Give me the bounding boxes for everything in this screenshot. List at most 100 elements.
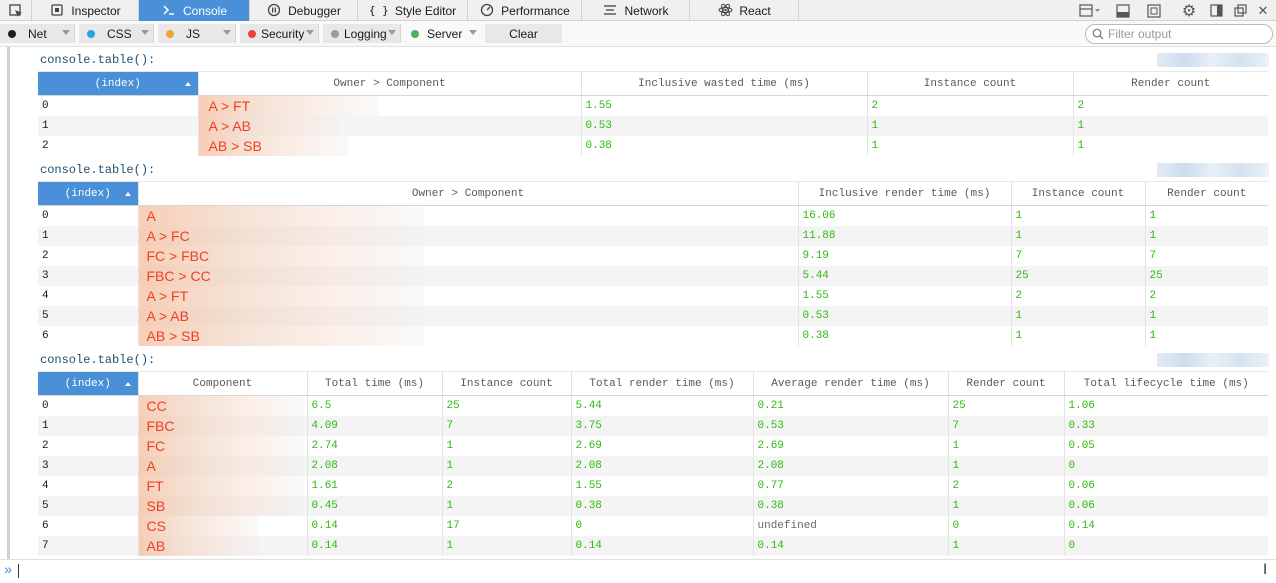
value-cell: 0.14 [1063,515,1268,536]
component-cell: A [137,455,307,476]
message-location[interactable] [1157,353,1269,367]
undock-button[interactable] [1229,0,1251,21]
column-header[interactable]: Instance count [441,371,571,396]
filter-js-button[interactable]: JS [158,24,236,43]
column-header[interactable]: Total time (ms) [306,371,442,396]
tab-console[interactable]: Console [139,0,250,21]
react-icon [717,3,733,19]
message-gutter [7,47,10,559]
tab-network[interactable]: Network [582,0,690,21]
column-header[interactable]: Total render time (ms) [570,371,753,396]
value-cell: 0.14 [306,535,442,556]
component-cell: AB > SB [197,135,581,156]
element-picker-icon [8,3,22,17]
column-header[interactable]: Instance count [866,71,1073,96]
value-cell: 7 [441,415,571,436]
value-cell: 25 [1144,265,1268,286]
settings-button[interactable]: ⚙ [1178,0,1200,21]
console-output: console.table(): (index) Owner > Compone… [0,47,1276,559]
message-location[interactable] [1157,163,1269,177]
responsive-mode-button[interactable] [1143,0,1165,21]
value-cell: 1 [1144,325,1268,346]
index-cell: 5 [38,305,138,326]
security-dot-icon [248,29,256,38]
table-row: 4 A > FT 1.55 2 2 [38,285,1268,306]
console-message: console.table(): [40,353,156,367]
close-toolbox-button[interactable]: ✕ [1252,0,1274,21]
filter-server-button[interactable]: Server [403,24,481,43]
table-row: 3 FBC > CC 5.44 25 25 [38,265,1268,286]
value-cell: 0.06 [1063,475,1268,496]
column-header[interactable]: Render count [1072,71,1268,96]
filter-label: Net [28,26,47,41]
value-cell: 1.55 [797,285,1011,306]
table-row: 1 A > FC 11.88 1 1 [38,225,1268,246]
value-cell: 1 [441,435,571,456]
tab-react[interactable]: React [690,0,799,21]
console-input[interactable] [18,563,1248,581]
column-header-index[interactable]: (index) [38,371,138,396]
column-header[interactable]: Average render time (ms) [752,371,948,396]
value-cell: undefined [752,515,948,536]
filter-css-button[interactable]: CSS [79,24,154,43]
console-input-bar: » [0,559,1276,583]
column-header-index[interactable]: (index) [38,181,138,206]
inspector-icon [49,3,65,19]
clear-button[interactable]: Clear [485,24,562,43]
column-header-index[interactable]: (index) [38,71,198,96]
column-header[interactable]: Owner > Component [137,181,798,206]
component-cell: FBC [137,415,307,436]
component-cell: SB [137,495,307,516]
filter-output-input[interactable] [1108,27,1268,41]
message-location[interactable] [1157,53,1269,67]
value-cell: 7 [1010,245,1145,266]
tab-debugger[interactable]: Debugger [250,0,358,21]
value-cell: 1 [1144,205,1268,226]
value-cell: 0 [947,515,1064,536]
tab-style-editor[interactable]: { } Style Editor [358,0,468,21]
element-picker-button[interactable] [0,0,32,21]
responsive-design-icon [1147,3,1161,18]
index-cell: 4 [42,289,49,302]
filter-security-button[interactable]: Security [240,24,319,43]
column-header[interactable]: Render count [947,371,1064,396]
index-cell: 2 [42,439,49,452]
value-cell: 2 [866,95,1073,116]
filter-net-button[interactable]: Net [0,24,75,43]
column-header[interactable]: Total lifecycle time (ms) [1063,371,1268,396]
value-cell: 0.33 [1063,415,1268,436]
tab-inspector[interactable]: Inspector [32,0,139,21]
index-cell: 3 [38,455,138,476]
column-header[interactable]: Owner > Component [197,71,581,96]
column-header[interactable]: Component [137,371,307,396]
table-row: 5 SB 0.45 1 0.38 0.38 1 0.06 [38,495,1268,516]
value-cell: 2.69 [570,435,753,456]
tab-label: Network [624,3,669,18]
prompt-chevron-icon: » [4,563,13,579]
column-header[interactable]: Inclusive wasted time (ms) [580,71,867,96]
component-cell: A > FC [137,225,798,246]
value-cell: 0.06 [1063,495,1268,516]
frame-select-button[interactable] [1073,0,1107,21]
dock-side-button[interactable] [1205,0,1227,21]
component-cell: FBC > CC [137,265,798,286]
value-cell: 1 [1010,225,1145,246]
filter-logging-button[interactable]: Logging [323,24,401,43]
filter-label: CSS [107,26,132,41]
index-cell: 7 [38,535,138,556]
value-cell: 1.55 [570,475,753,496]
gear-icon: ⚙ [1181,1,1197,20]
column-header[interactable]: Render count [1144,181,1268,206]
debugger-icon [266,3,282,19]
index-cell: 0 [42,399,49,412]
index-cell: 2 [42,249,49,262]
column-header[interactable]: Instance count [1010,181,1145,206]
value-cell: 1.61 [306,475,442,496]
value-cell: 1 [866,115,1073,136]
component-cell: AB [137,535,307,556]
tab-performance[interactable]: Performance [468,0,582,21]
column-header[interactable]: Inclusive render time (ms) [797,181,1011,206]
split-console-button[interactable] [1112,0,1134,21]
logging-dot-icon [331,29,339,38]
filter-output-box[interactable] [1085,24,1273,44]
